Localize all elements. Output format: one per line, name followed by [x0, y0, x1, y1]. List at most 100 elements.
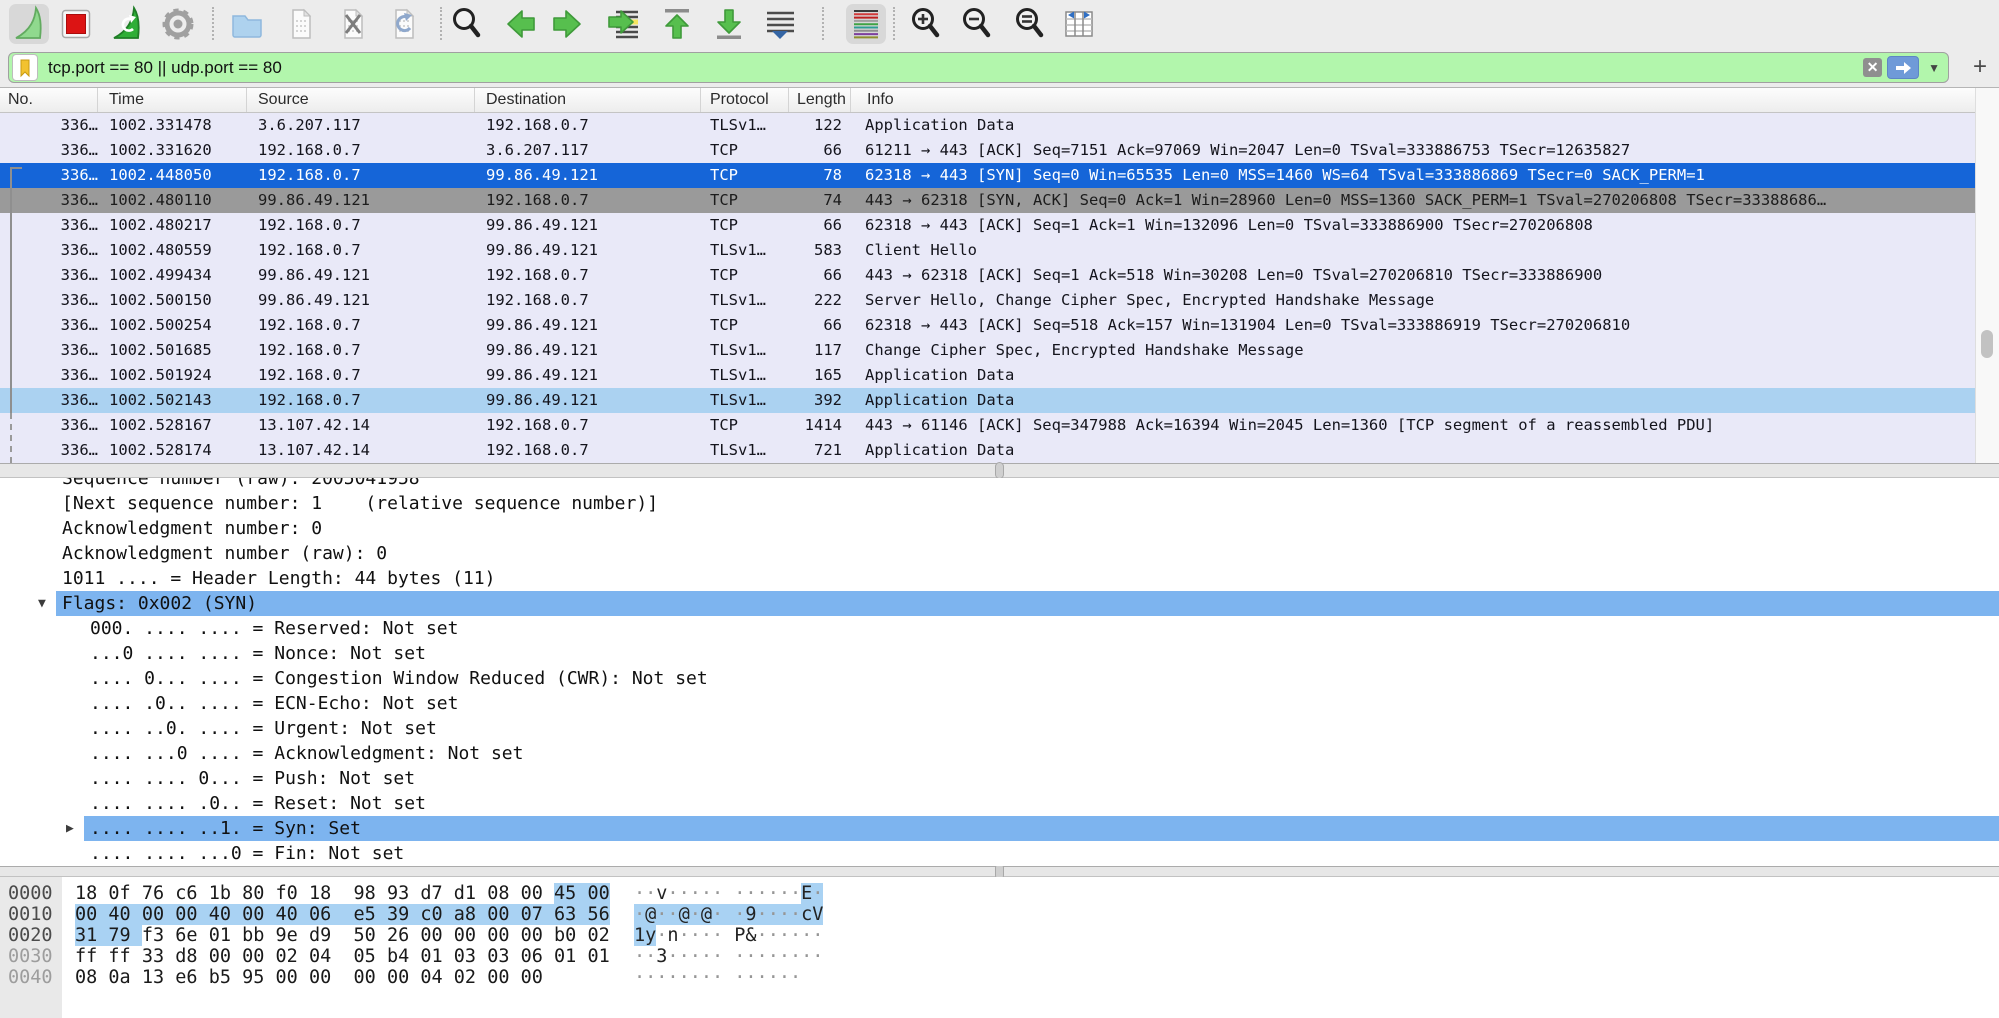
- filter-apply-button[interactable]: [1887, 56, 1919, 79]
- ascii-char[interactable]: P: [734, 925, 745, 946]
- ascii-char[interactable]: ·: [634, 946, 645, 967]
- ascii-char[interactable]: ·: [679, 967, 690, 988]
- ascii-char[interactable]: ·: [790, 883, 801, 904]
- hex-byte[interactable]: 40: [209, 904, 242, 925]
- hex-byte[interactable]: 00: [387, 967, 420, 988]
- go-to-packet-button[interactable]: [603, 4, 643, 44]
- hex-byte[interactable]: 79: [108, 925, 141, 946]
- splitter-list-details[interactable]: [0, 463, 1999, 478]
- hex-byte[interactable]: 95: [242, 967, 275, 988]
- open-file-button[interactable]: [227, 4, 267, 44]
- hex-byte[interactable]: b0: [554, 925, 587, 946]
- hex-byte[interactable]: 50: [354, 925, 387, 946]
- hex-byte[interactable]: 00: [420, 925, 453, 946]
- ascii-char[interactable]: @: [701, 904, 712, 925]
- hex-byte[interactable]: 18: [75, 883, 108, 904]
- hex-byte[interactable]: 40: [108, 904, 141, 925]
- packet-row[interactable]: 336…1002.3314783.6.207.117192.168.0.7TLS…: [0, 113, 1975, 138]
- ascii-char[interactable]: ·: [712, 967, 734, 988]
- ascii-char[interactable]: V: [812, 904, 823, 925]
- hex-byte[interactable]: 63: [554, 904, 587, 925]
- ascii-char[interactable]: ·: [790, 925, 801, 946]
- ascii-char[interactable]: ·: [734, 904, 745, 925]
- ascii-char[interactable]: ·: [801, 925, 812, 946]
- hex-byte[interactable]: bb: [242, 925, 275, 946]
- hex-byte[interactable]: f3: [142, 925, 175, 946]
- detail-line[interactable]: .... 0... .... = Congestion Window Reduc…: [0, 666, 1999, 691]
- column-header-info[interactable]: Info: [851, 88, 1975, 112]
- hex-byte[interactable]: 1b: [209, 883, 242, 904]
- hex-byte[interactable]: 56: [587, 904, 609, 925]
- hex-byte[interactable]: 00: [487, 925, 520, 946]
- hex-byte[interactable]: 06: [521, 946, 554, 967]
- ascii-char[interactable]: ·: [812, 925, 823, 946]
- ascii-char[interactable]: ·: [745, 946, 756, 967]
- ascii-char[interactable]: ·: [812, 946, 823, 967]
- ascii-char[interactable]: ·: [690, 946, 701, 967]
- filter-expression-text[interactable]: tcp.port == 80 || udp.port == 80: [48, 58, 282, 78]
- ascii-char[interactable]: ·: [667, 946, 678, 967]
- hex-byte[interactable]: ff: [75, 946, 108, 967]
- column-header-source[interactable]: Source: [247, 88, 475, 112]
- go-last-button[interactable]: [709, 4, 749, 44]
- packet-row[interactable]: 336…1002.480217192.168.0.799.86.49.121TC…: [0, 213, 1975, 238]
- save-file-button[interactable]: [281, 4, 321, 44]
- auto-scroll-button[interactable]: [760, 4, 800, 44]
- ascii-char[interactable]: 3: [656, 946, 667, 967]
- ascii-char[interactable]: ·: [634, 967, 645, 988]
- ascii-char[interactable]: ·: [757, 946, 768, 967]
- hex-byte[interactable]: 00: [75, 904, 108, 925]
- hex-byte[interactable]: 45: [554, 883, 587, 904]
- hex-byte[interactable]: 03: [487, 946, 520, 967]
- hex-byte[interactable]: 18: [309, 883, 354, 904]
- ascii-char[interactable]: 9: [745, 904, 756, 925]
- hex-byte[interactable]: 33: [142, 946, 175, 967]
- detail-line[interactable]: .... .... .0.. = Reset: Not set: [0, 791, 1999, 816]
- filter-clear-button[interactable]: ✕: [1863, 58, 1882, 77]
- ascii-char[interactable]: ·: [701, 925, 712, 946]
- ascii-char[interactable]: ·: [779, 967, 790, 988]
- hex-byte[interactable]: 26: [387, 925, 420, 946]
- stop-capture-button[interactable]: [56, 4, 96, 44]
- hex-byte[interactable]: 01: [554, 946, 587, 967]
- ascii-char[interactable]: ·: [734, 967, 745, 988]
- hex-byte[interactable]: 00: [487, 904, 520, 925]
- hex-byte[interactable]: d8: [175, 946, 208, 967]
- ascii-char[interactable]: ·: [712, 946, 734, 967]
- splitter-details-hex[interactable]: [0, 866, 1999, 877]
- splitter-handle[interactable]: [995, 462, 1004, 479]
- hex-byte[interactable]: b4: [387, 946, 420, 967]
- display-filter-input[interactable]: tcp.port == 80 || udp.port == 80 ✕ ▼: [8, 52, 1949, 83]
- hex-byte[interactable]: 00: [521, 925, 554, 946]
- capture-options-button[interactable]: [158, 4, 198, 44]
- filter-dropdown-caret[interactable]: ▼: [1928, 61, 1940, 75]
- column-header-destination[interactable]: Destination: [475, 88, 701, 112]
- detail-line[interactable]: 000. .... .... = Reserved: Not set: [0, 616, 1999, 641]
- hex-byte[interactable]: 00: [276, 967, 309, 988]
- hex-byte[interactable]: c0: [420, 904, 453, 925]
- hex-byte[interactable]: 01: [209, 925, 242, 946]
- ascii-char[interactable]: ·: [701, 946, 712, 967]
- detail-line[interactable]: Sequence number (raw): 2005041958: [0, 478, 1999, 491]
- zoom-out-button[interactable]: [957, 4, 997, 44]
- detail-line[interactable]: .... .... ...0 = Fin: Not set: [0, 841, 1999, 866]
- hex-byte[interactable]: d9: [309, 925, 354, 946]
- detail-line[interactable]: ...0 .... .... = Nonce: Not set: [0, 641, 1999, 666]
- detail-line[interactable]: ▶.... .... ..1. = Syn: Set: [0, 816, 1999, 841]
- ascii-char[interactable]: ·: [656, 904, 667, 925]
- ascii-char[interactable]: @: [679, 904, 690, 925]
- hex-byte[interactable]: 40: [276, 904, 309, 925]
- hex-byte[interactable]: d7: [420, 883, 453, 904]
- ascii-char[interactable]: ·: [790, 904, 801, 925]
- go-first-button[interactable]: [657, 4, 697, 44]
- hex-byte[interactable]: 76: [142, 883, 175, 904]
- hex-byte[interactable]: d1: [454, 883, 487, 904]
- hex-byte[interactable]: 07: [521, 904, 554, 925]
- hex-byte[interactable]: 13: [142, 967, 175, 988]
- ascii-char[interactable]: ·: [712, 883, 734, 904]
- ascii-char[interactable]: ·: [745, 883, 756, 904]
- ascii-char[interactable]: ·: [656, 925, 667, 946]
- close-file-button[interactable]: [333, 4, 373, 44]
- restart-capture-button[interactable]: [107, 4, 147, 44]
- ascii-char[interactable]: ·: [757, 967, 768, 988]
